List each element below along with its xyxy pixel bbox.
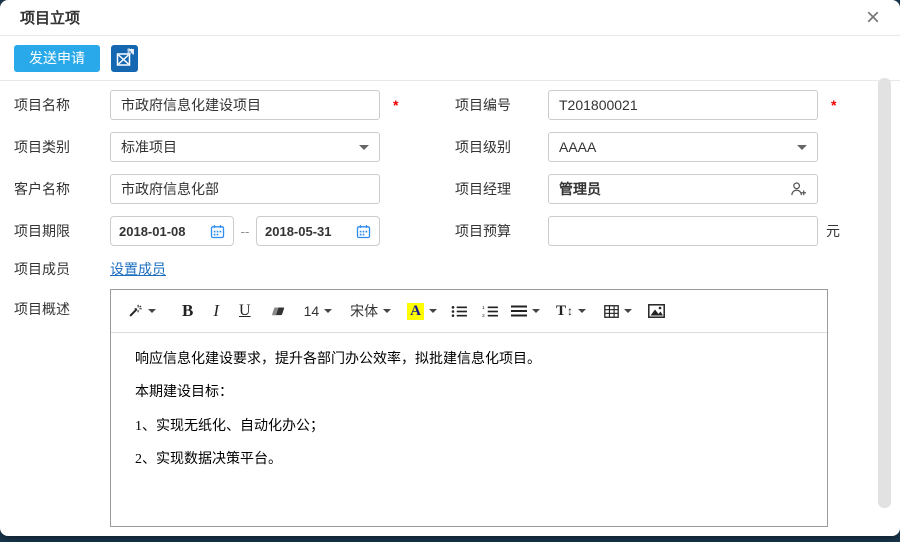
project-code-label: 项目编号 [455,95,548,115]
eraser-icon [269,305,286,318]
chevron-down-icon [797,145,807,150]
bold-button[interactable]: B [182,301,193,321]
project-level-value: AAAA [559,139,596,155]
align-select[interactable] [511,305,540,317]
svg-text:2: 2 [482,313,485,318]
chevron-down-icon [624,309,632,313]
magic-wand-icon [127,303,143,319]
project-overview-label: 项目概述 [0,286,110,319]
svg-text:1: 1 [482,305,485,310]
chevron-down-icon [383,309,391,313]
editor-paragraph: 本期建设目标： [135,383,803,403]
date-range-separator: -- [234,224,256,239]
end-date-value: 2018-05-31 [265,224,332,239]
project-name-input[interactable] [110,90,380,120]
calendar-icon[interactable] [356,224,371,239]
insert-image-button[interactable] [648,304,665,318]
table-icon [604,305,619,318]
project-manager-picker[interactable]: 管理员 [548,174,818,204]
project-budget-input[interactable] [548,216,818,246]
form-row-customer-manager: 客户名称 项目经理 管理员 [0,168,900,210]
editor-paragraph: 响应信息化建设要求，提升各部门办公效率，拟批建信息化项目。 [135,350,803,370]
project-form: 项目名称 * 项目编号 * 项目类别 标准项目 项目级别 [0,81,900,527]
person-add-icon[interactable] [790,181,807,197]
project-level-select[interactable]: AAAA [548,132,818,162]
editor-toolbar: B I U 14 [111,290,827,333]
project-name-label: 项目名称 [0,95,110,115]
project-level-label: 项目级别 [455,137,548,157]
highlight-letter: A [407,303,424,320]
font-size-value: 14 [304,303,320,319]
ordered-list-icon: 1 2 [482,305,499,318]
updown-arrow-icon: ↕ [567,304,573,318]
chevron-down-icon [532,309,540,313]
align-icon [511,305,527,317]
chevron-down-icon [324,309,332,313]
start-date-value: 2018-01-08 [119,224,186,239]
unordered-list-icon [451,305,468,318]
font-size-select[interactable]: 14 [304,303,333,319]
calendar-icon[interactable] [210,224,225,239]
dialog-scrollbar[interactable] [878,78,891,508]
close-icon[interactable]: × [866,6,880,30]
unordered-list-button[interactable] [451,305,468,318]
set-members-link[interactable]: 设置成员 [110,259,166,279]
highlight-color-button[interactable]: A [407,303,437,320]
dialog-action-bar: 发送申请 默 [0,36,900,81]
magic-wand-menu-button[interactable] [127,303,156,319]
chevron-down-icon [359,145,369,150]
send-application-button[interactable]: 发送申请 [14,45,100,72]
line-height-select[interactable]: T ↕ [556,303,586,320]
project-category-select[interactable]: 标准项目 [110,132,380,162]
project-budget-label: 项目预算 [455,221,548,241]
dialog-title: 项目立项 [20,7,80,28]
editor-paragraph: 1、实现无纸化、自动化办公； [135,417,803,437]
underline-button[interactable]: U [239,302,251,320]
customer-name-input[interactable] [110,174,380,204]
chevron-down-icon [429,309,437,313]
required-asterisk: * [818,97,858,113]
italic-button[interactable]: I [213,301,219,321]
project-category-value: 标准项目 [121,137,177,157]
project-members-label: 项目成员 [0,259,110,279]
project-manager-label: 项目经理 [455,179,548,199]
remove-format-button[interactable] [269,305,286,318]
form-row-members: 项目成员 设置成员 [0,252,900,286]
chevron-down-icon [578,309,586,313]
broken-image-glyph: 默 [114,47,136,69]
project-duration-label: 项目期限 [0,221,110,241]
broken-image-icon[interactable]: 默 [111,45,138,72]
chevron-down-icon [148,309,156,313]
project-code-input[interactable] [548,90,818,120]
required-asterisk: * [380,97,420,113]
project-manager-value: 管理员 [559,179,601,199]
image-icon [648,304,665,318]
form-row-overview: 项目概述 B I [0,286,900,527]
customer-name-label: 客户名称 [0,179,110,199]
font-family-select[interactable]: 宋体 [350,301,391,321]
ordered-list-button[interactable]: 1 2 [482,305,499,318]
form-row-category-level: 项目类别 标准项目 项目级别 AAAA [0,126,900,168]
table-select[interactable] [604,305,632,318]
editor-content-area[interactable]: 响应信息化建设要求，提升各部门办公效率，拟批建信息化项目。 本期建设目标： 1、… [111,333,827,500]
font-family-value: 宋体 [350,301,378,321]
form-row-duration-budget: 项目期限 2018-01-08 -- 2018-05-31 [0,210,900,252]
dialog-title-bar: 项目立项 × [0,0,900,36]
rich-text-editor: B I U 14 [110,289,828,527]
form-row-name-code: 项目名称 * 项目编号 * [0,84,900,126]
budget-unit-label: 元 [826,221,840,241]
end-date-picker[interactable]: 2018-05-31 [256,216,380,246]
editor-paragraph: 2、实现数据决策平台。 [135,450,803,470]
line-height-icon: T [556,303,566,320]
start-date-picker[interactable]: 2018-01-08 [110,216,234,246]
project-initiation-dialog: 项目立项 × 发送申请 默 项目名称 * 项目编号 * [0,0,900,536]
project-category-label: 项目类别 [0,137,110,157]
